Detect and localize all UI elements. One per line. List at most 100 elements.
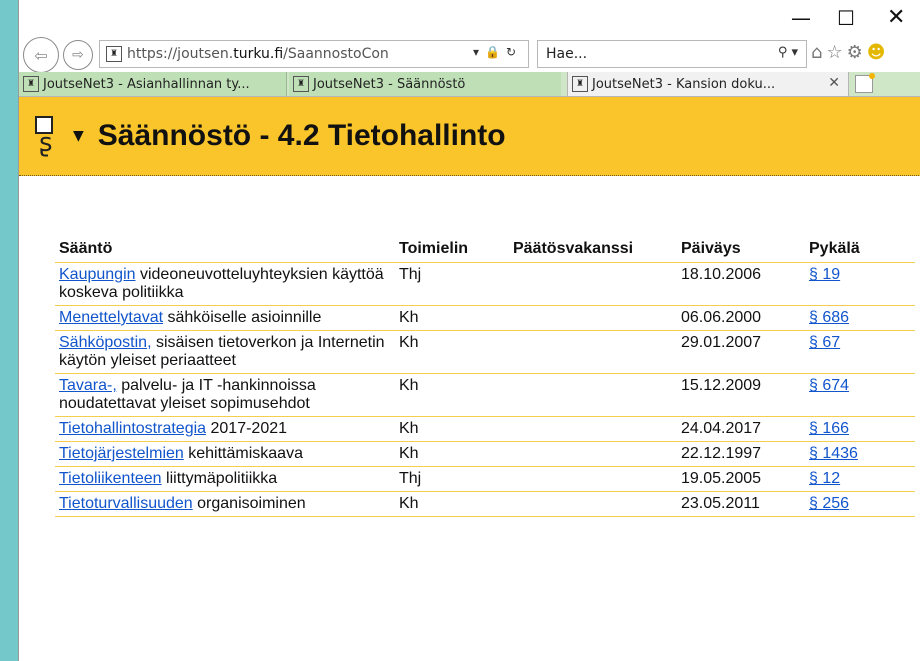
dropdown-icon[interactable]: ▾	[473, 45, 485, 59]
section-cell: § 12	[805, 466, 915, 492]
table-row: Sähköpostin, sisäisen tietoverkon ja Int…	[55, 330, 915, 374]
rule-link[interactable]: Sähköpostin,	[59, 334, 152, 351]
smiley-feedback-icon[interactable]: ☻	[867, 42, 890, 63]
favorites-star-icon[interactable]: ☆	[826, 42, 846, 63]
rule-text: sähköiselle asioinnille	[163, 309, 322, 326]
decision-cell	[509, 305, 677, 331]
organ-cell: Kh	[395, 491, 509, 517]
back-button[interactable]: ⇦	[23, 37, 59, 73]
rule-link[interactable]: Kaupungin	[59, 266, 136, 283]
section-link[interactable]: § 67	[809, 334, 840, 351]
date-cell: 18.10.2006	[677, 262, 805, 306]
decision-cell	[509, 373, 677, 417]
tab-strip: ♜ JoutseNet3 - Asianhallinnan ty... ♜ Jo…	[19, 72, 920, 97]
tab-asianhallinta[interactable]: ♜ JoutseNet3 - Asianhallinnan ty...	[19, 72, 287, 96]
title-bar: — ☐ ✕	[19, 0, 920, 36]
rule-link[interactable]: Tietoliikenteen	[59, 470, 162, 487]
date-cell: 06.06.2000	[677, 305, 805, 331]
organ-cell: Kh	[395, 441, 509, 467]
date-cell: 24.04.2017	[677, 416, 805, 442]
rule-text: liittymäpolitiikka	[161, 470, 278, 487]
table-header-row: Sääntö Toimielin Päätösvakanssi Päiväys …	[55, 228, 915, 263]
arrow-right-icon: ⇨	[72, 47, 84, 63]
section-cell: § 256	[805, 491, 915, 517]
search-input[interactable]: Hae...	[546, 46, 587, 62]
organ-cell: Thj	[395, 466, 509, 492]
date-cell: 19.05.2005	[677, 466, 805, 492]
column-header-organ: Toimielin	[395, 228, 509, 263]
rule-link[interactable]: Tietojärjestelmien	[59, 445, 184, 462]
site-favicon-icon: ♜	[106, 46, 122, 62]
rule-link[interactable]: Menettelytavat	[59, 309, 163, 326]
site-favicon-icon: ♜	[572, 76, 588, 92]
rule-cell: Menettelytavat sähköiselle asioinnille	[55, 305, 395, 331]
table-row: Tietoliikenteen liittymäpolitiikka Thj 1…	[55, 466, 915, 492]
section-cell: § 166	[805, 416, 915, 442]
close-tab-icon[interactable]: ✕	[828, 75, 840, 91]
url-prefix: https://joutsen.	[127, 46, 234, 62]
section-link[interactable]: § 1436	[809, 445, 858, 462]
column-header-rule: Sääntö	[55, 228, 395, 263]
rule-cell: Sähköpostin, sisäisen tietoverkon ja Int…	[55, 330, 395, 374]
organ-cell: Kh	[395, 305, 509, 331]
section-link[interactable]: § 166	[809, 420, 849, 437]
minimize-button[interactable]: —	[791, 6, 811, 30]
swan-icon: ʂ	[39, 128, 53, 158]
site-favicon-icon: ♜	[23, 76, 39, 92]
chevron-down-icon[interactable]: ▼	[73, 128, 84, 144]
forward-button[interactable]: ⇨	[63, 40, 93, 70]
section-cell: § 1436	[805, 441, 915, 467]
column-header-decision: Päätösvakanssi	[509, 228, 677, 263]
rule-link[interactable]: Tietohallintostrategia	[59, 420, 206, 437]
navigation-bar: ⇦ ⇨ ♜ https://joutsen. turku.fi/Saannosto…	[19, 36, 920, 73]
url-path: /SaannostoCon	[283, 46, 389, 62]
section-cell: § 674	[805, 373, 915, 417]
joutsen-logo[interactable]: ʂ	[35, 116, 69, 156]
section-cell: § 19	[805, 262, 915, 306]
column-header-date: Päiväys	[677, 228, 805, 263]
tab-label: JoutseNet3 - Säännöstö	[313, 76, 466, 92]
rule-text: 2017-2021	[206, 420, 288, 437]
arrow-left-icon: ⇦	[34, 45, 48, 65]
site-favicon-icon: ♜	[293, 76, 309, 92]
table-row: Kaupungin videoneuvotteluyhteyksien käyt…	[55, 262, 915, 306]
rules-table-container: Sääntö Toimielin Päätösvakanssi Päiväys …	[55, 228, 915, 517]
section-link[interactable]: § 674	[809, 377, 849, 394]
browser-toolbar: ⌂☆⚙☻	[811, 42, 889, 63]
rule-cell: Tietoturvallisuuden organisoiminen	[55, 491, 395, 517]
rule-text: kehittämiskaava	[183, 445, 303, 462]
date-cell: 15.12.2009	[677, 373, 805, 417]
section-link[interactable]: § 256	[809, 495, 849, 512]
decision-cell	[509, 416, 677, 442]
decision-cell	[509, 330, 677, 374]
rule-link[interactable]: Tietoturvallisuuden	[59, 495, 193, 512]
tab-kansion-doku-active[interactable]: ♜ JoutseNet3 - Kansion doku... ✕	[567, 72, 849, 96]
rule-text: organisoiminen	[192, 495, 306, 512]
url-host: turku.fi	[233, 46, 284, 62]
decision-cell	[509, 441, 677, 467]
page-header: ʂ ▼ Säännöstö - 4.2 Tietohallinto	[19, 97, 920, 176]
rule-cell: Tavara-, palvelu- ja IT -hankinnoissa no…	[55, 373, 395, 417]
decision-cell	[509, 466, 677, 492]
section-link[interactable]: § 19	[809, 266, 840, 283]
refresh-icon[interactable]: ↻	[506, 45, 522, 59]
maximize-button[interactable]: ☐	[837, 6, 855, 30]
address-bar[interactable]: ♜ https://joutsen. turku.fi/SaannostoCon …	[99, 40, 529, 68]
tab-label: JoutseNet3 - Kansion doku...	[592, 76, 776, 92]
table-row: Tietojärjestelmien kehittämiskaava Kh 22…	[55, 441, 915, 467]
settings-gear-icon[interactable]: ⚙	[847, 42, 867, 63]
lock-icon[interactable]: 🔒	[485, 45, 506, 59]
search-box[interactable]: Hae... ⚲ ▾	[537, 40, 807, 68]
section-cell: § 686	[805, 305, 915, 331]
close-window-button[interactable]: ✕	[887, 6, 905, 30]
rule-link[interactable]: Tavara-,	[59, 377, 117, 394]
search-icon[interactable]: ⚲ ▾	[778, 45, 798, 60]
decision-cell	[509, 262, 677, 306]
address-actions[interactable]: ▾🔒↻	[473, 45, 522, 59]
date-cell: 29.01.2007	[677, 330, 805, 374]
section-link[interactable]: § 686	[809, 309, 849, 326]
home-icon[interactable]: ⌂	[811, 42, 826, 63]
tab-saannosto[interactable]: ♜ JoutseNet3 - Säännöstö	[289, 72, 561, 96]
section-link[interactable]: § 12	[809, 470, 840, 487]
new-tab-button[interactable]	[855, 73, 875, 93]
